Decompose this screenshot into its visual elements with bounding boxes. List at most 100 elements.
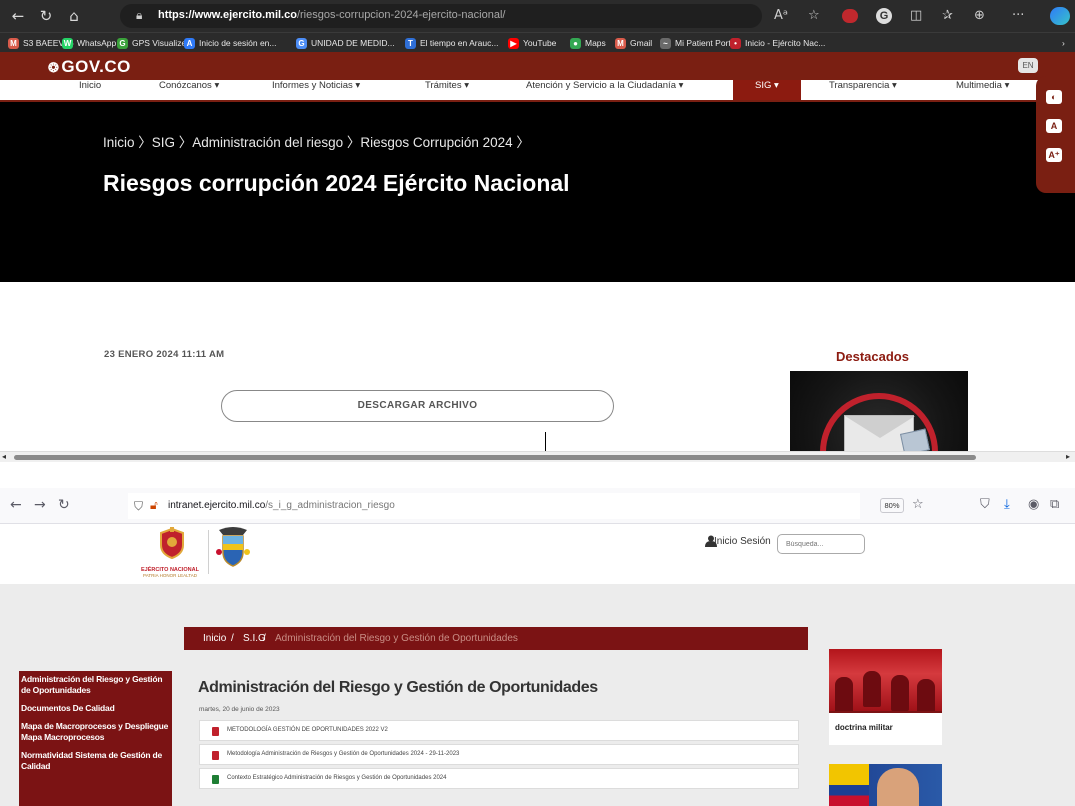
reload-icon[interactable]: ↻ (58, 496, 70, 514)
bookmark-item[interactable]: ● Maps (570, 36, 606, 50)
bookmark-favicon-icon: T (405, 37, 416, 49)
home-icon[interactable]: ⌂ (64, 6, 84, 26)
bookmark-label: GPS Visualizer (132, 38, 190, 48)
back-icon[interactable]: ← (8, 6, 28, 26)
bookmark-item[interactable]: G UNIDAD DE MEDID... (296, 36, 395, 50)
file-name[interactable]: Metodología Administración de Riesgos y … (227, 751, 459, 757)
read-aloud-icon[interactable]: Aᵃ (774, 6, 788, 26)
nav-inicio[interactable]: Inicio (79, 80, 101, 100)
bookmark-favicon-icon: • (730, 37, 741, 49)
bookmark-star-icon[interactable]: ☆ (912, 496, 924, 514)
gov-co-logo[interactable]: ❂ GOV.CO (48, 57, 131, 77)
bookmark-favicon-icon: ● (570, 37, 581, 49)
firefox-toolbar: ← → ↻ ⛉ 🔓︎ intranet.ejercito.mil.co/s_i_… (0, 488, 1075, 524)
collections-icon[interactable]: ⊕ (974, 6, 985, 26)
excel-file-icon (212, 775, 219, 784)
bookmarks-bar: M S3 BAEEV16 W WhatsApp G GPS Visualizer A Inic… (0, 32, 1075, 52)
doctrina-card-image[interactable] (829, 649, 942, 711)
bookmark-label: YouTube (523, 38, 557, 48)
reload-icon[interactable]: ↻ (36, 6, 56, 26)
bookmark-label: Mi Patient Portal (675, 38, 738, 48)
file-row[interactable]: METODOLOGÍA GESTIÓN DE OPORTUNIDADES 202… (199, 720, 799, 741)
scroll-left-icon[interactable]: ◂ (2, 452, 6, 461)
horizontal-scrollbar[interactable]: ◂ ▸ (0, 451, 1075, 462)
downloads-icon[interactable]: ⤓ (1004, 496, 1010, 514)
favorites-icon[interactable]: ✰ (942, 6, 953, 26)
bookmark-item[interactable]: • Inicio - Ejército Nac... (730, 36, 825, 50)
publish-date: 23 ENERO 2024 11:11 AM (104, 349, 225, 360)
bookmark-favicon-icon: A (184, 37, 195, 49)
login-link[interactable]: Inicio Sesión (714, 536, 771, 547)
nav-conozcanos[interactable]: Conózcanos ▾ (159, 80, 219, 100)
sidebar-item-riesgo[interactable]: Administración del Riesgo y Gestión de O… (21, 674, 172, 696)
pocket-icon[interactable]: ⛉ (980, 496, 990, 514)
bookmark-item[interactable]: G GPS Visualizer (117, 36, 189, 50)
back-icon[interactable]: ← (10, 496, 22, 514)
intranet-header: EJÉRCITO NACIONAL PATRIA HONOR LEALTAD I… (0, 524, 1075, 584)
page-hero: Inicio 〉SIG 〉Administración del riesgo 〉… (0, 102, 1075, 282)
scroll-right-icon[interactable]: ▸ (1066, 452, 1070, 461)
bookmark-item[interactable]: W WhatsApp (62, 36, 116, 50)
extensions-icon[interactable]: ⧉ (1050, 496, 1059, 514)
file-name[interactable]: METODOLOGÍA GESTIÓN DE OPORTUNIDADES 202… (227, 727, 388, 733)
army-logo-motto: PATRIA HONOR LEALTAD (143, 573, 197, 578)
zoom-level-badge[interactable]: 80% (880, 498, 904, 513)
search-input[interactable] (777, 534, 865, 554)
file-row[interactable]: Metodología Administración de Riesgos y … (199, 744, 799, 765)
sidebar-item-documentos[interactable]: Documentos De Calidad (21, 703, 172, 714)
address-bar[interactable]: ⛉ 🔓︎ intranet.ejercito.mil.co/s_i_g_admi… (128, 493, 860, 519)
soldier-figure (917, 679, 935, 711)
gov-co-bar: ❂ GOV.CO EN (0, 52, 1075, 80)
featured-envelope-image[interactable] (790, 371, 968, 457)
breadcrumb[interactable]: Inicio 〉SIG 〉Administración del riesgo 〉… (103, 131, 530, 151)
sidebar-item-normatividad[interactable]: Normatividad Sistema de Gestión de Calid… (21, 750, 172, 772)
breadcrumb-separator: / (263, 633, 266, 644)
url-path: /s_i_g_administracion_riesgo (265, 500, 395, 511)
font-decrease-icon[interactable]: A (1046, 119, 1062, 133)
g-extension-icon[interactable]: G (876, 8, 892, 24)
nav-atencion[interactable]: Atención y Servicio a la Ciudadanía ▾ (526, 80, 683, 100)
bookmarks-overflow-icon[interactable]: › (1062, 36, 1065, 50)
favorite-star-icon[interactable]: ☆ (808, 6, 820, 26)
account-icon[interactable]: ◉ (1028, 496, 1039, 514)
nav-multimedia[interactable]: Multimedia ▾ (956, 80, 1009, 100)
contrast-icon[interactable]: ◐ (1046, 90, 1062, 104)
edge-browser-screenshot: ← ↻ ⌂ 🔒︎ https://www.ejercito.mil.co/rie… (0, 0, 1075, 462)
text-cursor (545, 432, 546, 452)
forward-icon[interactable]: → (34, 496, 46, 514)
sidebar-item-macroprocesos[interactable]: Mapa de Macroprocesos y Despliegue Mapa … (21, 721, 172, 743)
bookmark-item[interactable]: A Inicio de sesión en... (184, 36, 277, 50)
bookmark-item[interactable]: ▶ YouTube (508, 36, 556, 50)
download-file-button[interactable]: DESCARGAR ARCHIVO (221, 390, 614, 422)
nav-tramites[interactable]: Trámites ▾ (425, 80, 469, 100)
nav-informes[interactable]: Informes y Noticias ▾ (272, 80, 360, 100)
bookmark-item[interactable]: M Gmail (615, 36, 652, 50)
breadcrumb-home[interactable]: Inicio (203, 633, 226, 644)
doctrina-card[interactable]: doctrina militar (829, 711, 942, 745)
scrollbar-thumb[interactable] (14, 455, 976, 460)
lock-icon: 🔒︎ (136, 8, 143, 22)
army-shield-icon[interactable] (158, 527, 186, 559)
portrait-graphic (877, 768, 919, 806)
intranet-body: Inicio / S.I.G / Administración del Ries… (0, 584, 1075, 806)
bookmark-item[interactable]: ~ Mi Patient Portal (660, 36, 737, 50)
doctrina-card-label[interactable]: doctrina militar (835, 723, 893, 732)
adblock-extension-icon[interactable] (842, 9, 858, 23)
nav-transparencia[interactable]: Transparencia ▾ (829, 80, 897, 100)
language-en-button[interactable]: EN (1018, 58, 1038, 73)
bookmark-item[interactable]: T El tiempo en Arauc... (405, 36, 498, 50)
bookmark-favicon-icon: M (615, 37, 626, 49)
file-name[interactable]: Contexto Estratégico Administración de R… (227, 775, 446, 781)
address-bar[interactable]: 🔒︎ https://www.ejercito.mil.co/riesgos-c… (120, 4, 762, 28)
nav-sig[interactable]: SIG ▾ (733, 80, 801, 100)
insecure-lock-icon: 🔓︎ (150, 498, 158, 512)
font-increase-icon[interactable]: A⁺ (1046, 148, 1062, 162)
commander-card-image[interactable] (829, 764, 942, 806)
url-path: /riesgos-corrupcion-2024-ejercito-nacion… (296, 9, 506, 21)
section-date: martes, 20 de junio de 2023 (199, 706, 280, 713)
copilot-icon[interactable] (1050, 7, 1070, 25)
more-icon[interactable]: ··· (1012, 6, 1024, 26)
split-screen-icon[interactable]: ◫ (910, 6, 922, 26)
url-host: https://www.ejercito.mil.co (158, 9, 297, 21)
file-row[interactable]: Contexto Estratégico Administración de R… (199, 768, 799, 789)
